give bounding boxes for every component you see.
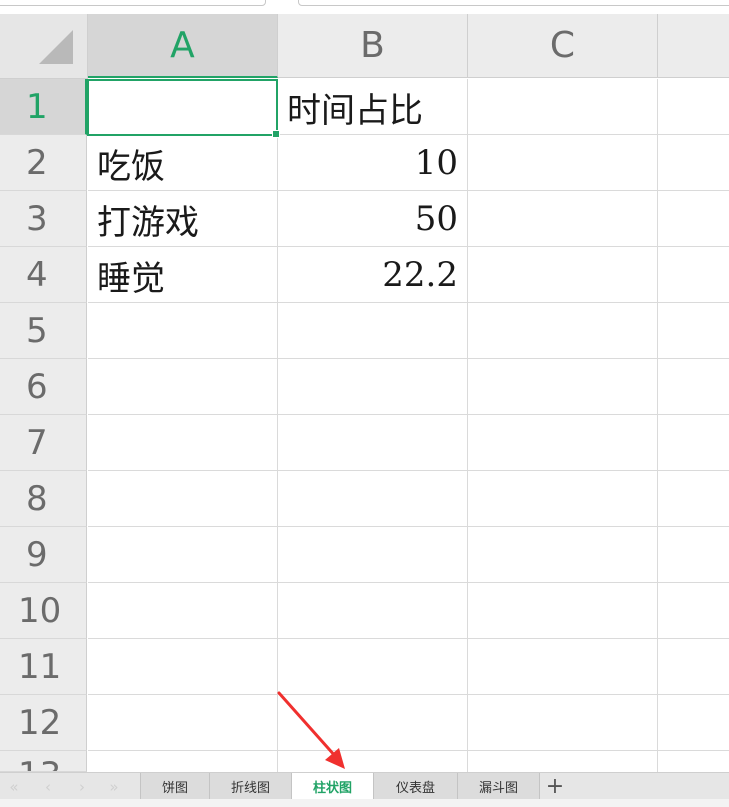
sheet-tab-line[interactable]: 折线图 [210,773,292,800]
grid-line [88,638,729,639]
grid-line [88,694,729,695]
grid-line [88,414,729,415]
sheet-tab-funnel[interactable]: 漏斗图 [458,773,540,800]
grid-line [467,79,468,772]
row-header-12[interactable]: 12 [0,695,87,751]
row-header-3[interactable]: 3 [0,191,87,247]
row-header-13-label: 13 [18,755,61,771]
row-header-1[interactable]: 1 [0,79,87,135]
row-header-11[interactable]: 11 [0,639,87,695]
next-sheet-nav-icon[interactable]: › [72,773,92,800]
sheet-tab-pie[interactable]: 饼图 [140,773,210,800]
row-header-6[interactable]: 6 [0,359,87,415]
cell-a3[interactable]: 打游戏 [88,191,277,247]
select-all-triangle-icon [39,30,73,64]
window-tab-edge [0,0,266,6]
column-header-c[interactable]: C [468,14,658,78]
prev-sheet-nav-icon[interactable]: ‹ [38,773,58,800]
row-header-2[interactable]: 2 [0,135,87,191]
cell-b2[interactable]: 10 [278,135,467,191]
row-header-5[interactable]: 5 [0,303,87,359]
column-header-b[interactable]: B [278,14,468,78]
cell-grid[interactable]: 时间占比 吃饭 10 打游戏 50 睡觉 22.2 [88,79,729,772]
last-sheet-nav-icon[interactable]: » [104,773,124,800]
grid-line [88,470,729,471]
selected-cell-a1[interactable] [87,79,280,138]
cell-b4[interactable]: 22.2 [278,247,467,303]
cell-b3[interactable]: 50 [278,191,467,247]
select-all-corner[interactable] [0,14,88,79]
sheet-tab-gauge[interactable]: 仪表盘 [374,773,458,800]
grid-line [88,750,729,751]
bottom-strip [0,799,729,807]
top-strip [0,0,729,14]
window-tab-edge [298,0,729,6]
cell-a2[interactable]: 吃饭 [88,135,277,191]
row-header-8[interactable]: 8 [0,471,87,527]
first-sheet-nav-icon[interactable]: « [4,773,24,800]
column-header-next[interactable] [658,14,729,78]
fill-handle[interactable] [272,130,280,138]
column-header-a[interactable]: A [88,14,278,78]
row-header-9[interactable]: 9 [0,527,87,583]
add-sheet-button[interactable]: + [541,773,569,800]
sheet-tab-bar: « ‹ › » 饼图 折线图 柱状图 仪表盘 漏斗图 + [0,772,729,800]
grid-line [88,526,729,527]
sheet-tab-bar-chart[interactable]: 柱状图 [292,773,374,800]
cell-b1[interactable]: 时间占比 [278,79,468,135]
grid-line [657,79,658,772]
row-header-10[interactable]: 10 [0,583,87,639]
grid-line [88,358,729,359]
row-header-7[interactable]: 7 [0,415,87,471]
row-header-4[interactable]: 4 [0,247,87,303]
row-header-13[interactable]: 13 [0,751,87,772]
grid-line [88,582,729,583]
cell-a4[interactable]: 睡觉 [88,247,277,303]
